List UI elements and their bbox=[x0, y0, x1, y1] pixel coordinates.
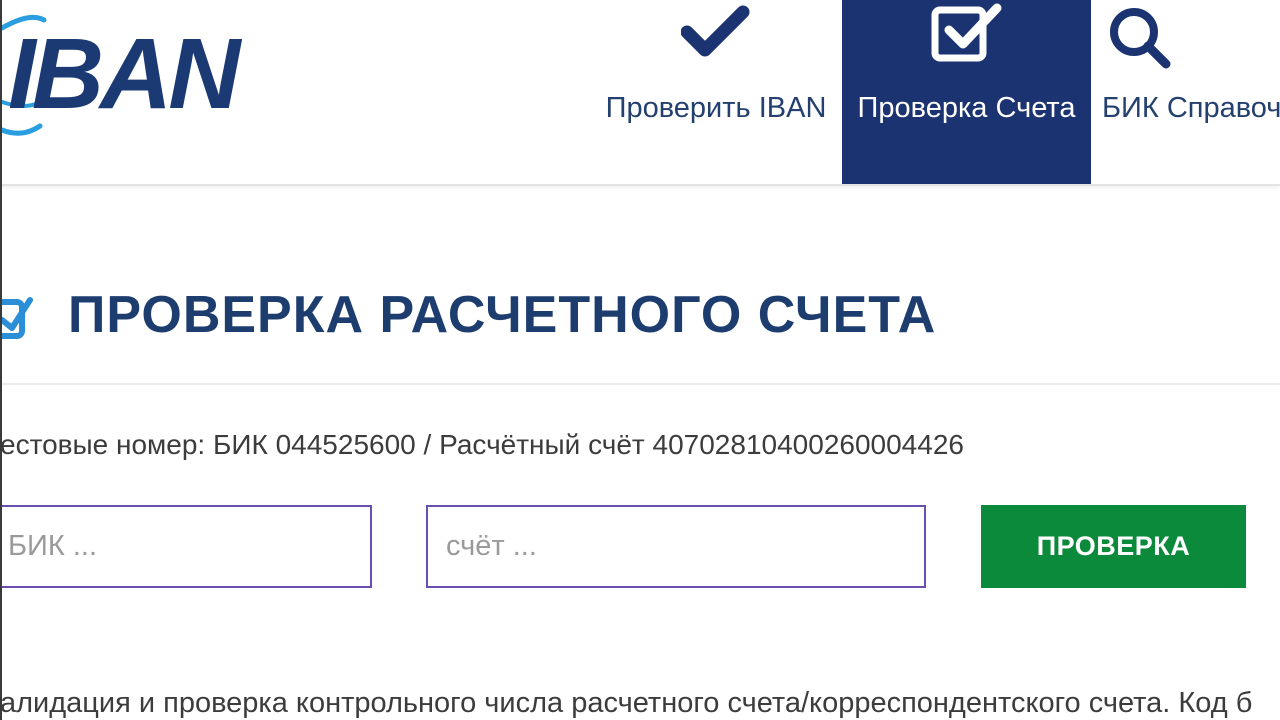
checkbox-edit-icon bbox=[0, 297, 33, 339]
account-input[interactable] bbox=[426, 505, 926, 588]
logo-text: IBAN bbox=[8, 18, 240, 130]
section-divider bbox=[0, 383, 1280, 385]
description-text: алидация и проверка контрольного числа р… bbox=[0, 687, 1253, 719]
nav-account-check[interactable]: Проверка Счета bbox=[842, 0, 1091, 184]
site-logo[interactable]: IBAN bbox=[0, 6, 260, 136]
nav-label: БИК Справоч bbox=[1102, 92, 1280, 124]
page-title: ПРОВЕРКА РАСЧЕТНОГО СЧЕТА bbox=[68, 286, 937, 344]
window-edge bbox=[0, 0, 2, 720]
nav-label: Проверка Счета bbox=[857, 92, 1076, 124]
search-icon bbox=[1110, 8, 1171, 69]
check-button[interactable]: ПРОВЕРКА bbox=[981, 505, 1246, 588]
page: IBAN Проверить IBAN Проверка Счета БИК С… bbox=[0, 0, 1280, 720]
checkbox-checked-icon bbox=[931, 3, 1001, 62]
checkmark-icon bbox=[681, 5, 750, 57]
site-header: IBAN Проверить IBAN Проверка Счета БИК С… bbox=[0, 0, 1280, 186]
nav-label: Проверить IBAN bbox=[605, 92, 827, 124]
nav-check-iban[interactable]: Проверить IBAN bbox=[600, 0, 832, 184]
test-numbers-hint: естовые номер: БИК 044525600 / Расчётный… bbox=[0, 429, 964, 460]
nav-bik-directory[interactable]: БИК Справоч bbox=[1098, 0, 1280, 184]
bik-input[interactable] bbox=[0, 505, 372, 588]
